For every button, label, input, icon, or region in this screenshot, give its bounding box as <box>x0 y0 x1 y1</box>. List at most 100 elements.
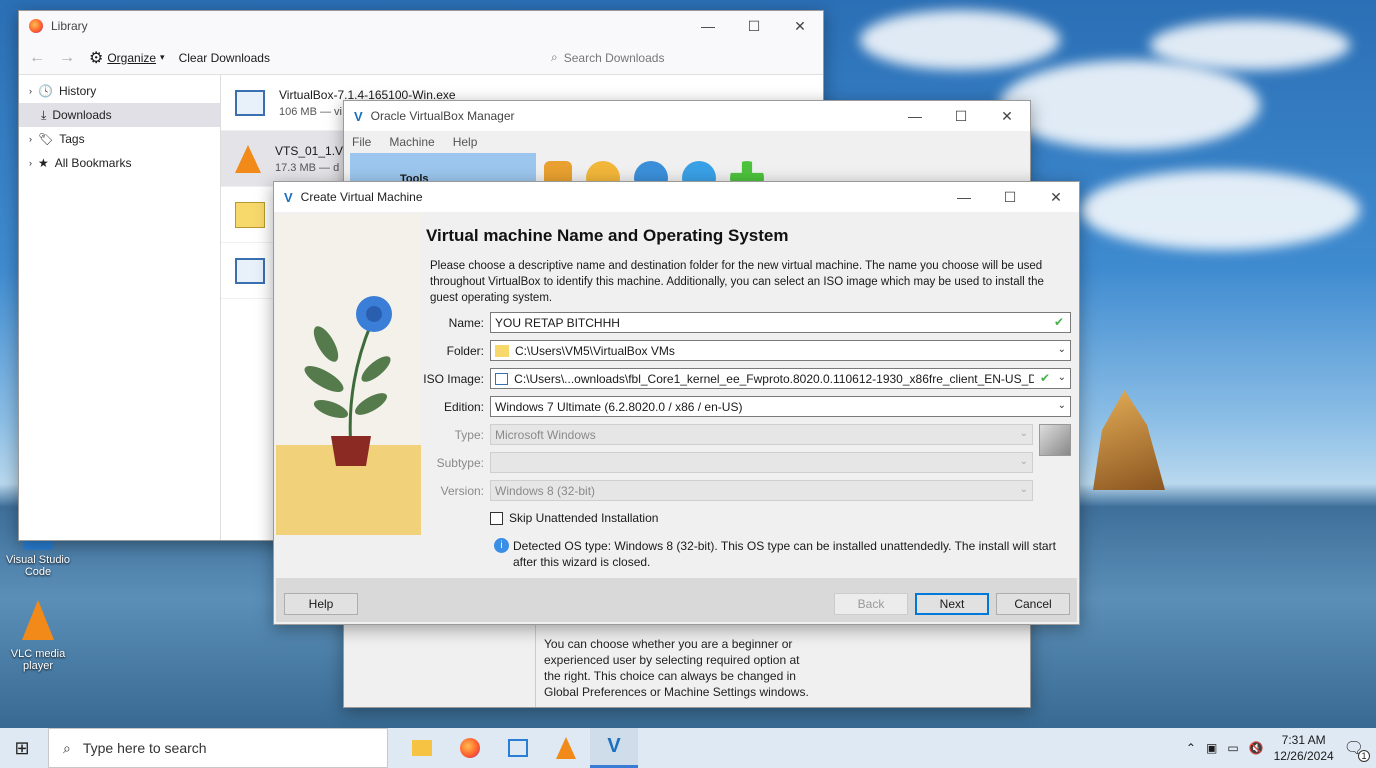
minimize-button[interactable]: — <box>892 101 938 131</box>
edition-value: Windows 7 Ultimate (6.2.8020.0 / x86 / e… <box>495 399 743 414</box>
name-label: Name: <box>448 316 484 330</box>
close-button[interactable]: ✕ <box>777 11 823 41</box>
clock-date: 12/26/2024 <box>1273 749 1334 763</box>
cancel-button[interactable]: Cancel <box>996 593 1070 615</box>
clock-time: 7:31 AM <box>1281 733 1326 747</box>
skip-unattended-checkbox[interactable] <box>490 511 503 525</box>
rock-formation <box>1093 390 1165 490</box>
cloud <box>1000 60 1260 150</box>
subtype-select[interactable]: ⌄ <box>490 452 1033 473</box>
download-icon: ⤓ <box>41 107 47 122</box>
clock-icon: 🕓 <box>38 84 53 98</box>
minimize-button[interactable]: — <box>941 182 987 212</box>
desktop-icon-label: Visual Studio Code <box>5 554 70 578</box>
taskbar-vscode[interactable] <box>494 728 542 768</box>
dialog-titlebar: V Create Virtual Machine — ☐ ✕ <box>274 182 1079 212</box>
maximize-button[interactable]: ☐ <box>987 182 1033 212</box>
taskbar-firefox[interactable] <box>446 728 494 768</box>
edition-select[interactable]: Windows 7 Ultimate (6.2.8020.0 / x86 / e… <box>490 396 1071 417</box>
folder-label: Folder: <box>446 344 484 358</box>
iso-image-select[interactable]: C:\Users\...ownloads\fbl_Core1_kernel_ee… <box>490 368 1071 389</box>
cloud <box>1080 170 1360 250</box>
tag-icon: 🏷 <box>38 132 54 146</box>
sidebar-item-label: Downloads <box>52 108 112 122</box>
valid-check-icon: ✔ <box>1053 315 1064 329</box>
taskbar-vlc[interactable] <box>542 728 590 768</box>
menu-file[interactable]: File <box>352 135 371 149</box>
tools-item[interactable]: Tools <box>350 153 536 185</box>
virtualbox-logo-icon: V <box>354 108 363 124</box>
maximize-button[interactable]: ☐ <box>938 101 984 131</box>
library-toolbar: ← → ⚙ Organize ▾ Clear Downloads ⌕ Search… <box>19 41 823 75</box>
taskbar-search-input[interactable]: ⌕ Type here to search <box>48 728 388 768</box>
create-vm-dialog: V Create Virtual Machine — ☐ ✕ Virtual m… <box>273 181 1080 625</box>
detected-info-text: Detected OS type: Windows 8 (32-bit). Th… <box>513 539 1056 569</box>
info-icon: i <box>494 538 509 553</box>
sidebar-item-label: All Bookmarks <box>54 156 132 170</box>
chevron-down-icon: ⌄ <box>1019 428 1028 439</box>
back-button[interactable]: Back <box>834 593 908 615</box>
maximize-button[interactable]: ☐ <box>731 11 777 41</box>
monitor-icon[interactable]: ▭ <box>1227 741 1238 755</box>
organize-menu[interactable]: ⚙ Organize ▾ <box>89 48 165 68</box>
notification-icon[interactable]: 🗨 1 <box>1344 738 1370 762</box>
type-label: Type: <box>454 428 484 442</box>
vbm-menubar: File Machine Help <box>344 131 1030 153</box>
help-button[interactable]: Help <box>284 593 358 615</box>
type-select[interactable]: Microsoft Windows ⌄ <box>490 424 1033 445</box>
iso-label: ISO Image: <box>423 372 484 386</box>
name-value: YOU RETAP BITCHHH <box>495 315 620 330</box>
organize-label: Organize <box>107 50 157 65</box>
menu-help[interactable]: Help <box>453 135 478 149</box>
iso-value: C:\Users\...ownloads\fbl_Core1_kernel_ee… <box>514 371 1034 386</box>
star-icon: ★ <box>38 156 49 170</box>
forward-arrow-icon[interactable]: → <box>59 49 75 67</box>
library-titlebar: Library — ☐ ✕ <box>19 11 823 41</box>
vlc-cone-icon <box>22 600 54 640</box>
taskbar-file-explorer[interactable] <box>398 728 446 768</box>
vbm-titlebar: V Oracle VirtualBox Manager — ☐ ✕ <box>344 101 1030 131</box>
sidebar-item-tags[interactable]: › 🏷 Tags <box>19 127 220 151</box>
os-type-icon <box>1039 424 1071 456</box>
menu-machine[interactable]: Machine <box>389 135 434 149</box>
cloud <box>860 10 1060 70</box>
chevron-down-icon: ⌄ <box>1019 484 1028 495</box>
disc-icon <box>495 372 509 385</box>
name-field[interactable]: YOU RETAP BITCHHH ✔ <box>490 312 1071 333</box>
valid-check-icon: ✔ <box>1039 371 1050 385</box>
type-value: Microsoft Windows <box>495 427 596 442</box>
sidebar-item-bookmarks[interactable]: › ★ All Bookmarks <box>19 151 220 175</box>
clock[interactable]: 7:31 AM 12/26/2024 <box>1274 732 1334 764</box>
sidebar-item-history[interactable]: › 🕓 History <box>19 79 220 103</box>
clear-downloads-button[interactable]: Clear Downloads <box>179 51 270 65</box>
close-button[interactable]: ✕ <box>984 101 1030 131</box>
folder-select[interactable]: C:\Users\VM5\VirtualBox VMs ⌄ <box>490 340 1071 361</box>
search-icon: ⌕ <box>551 50 558 64</box>
subtype-label: Subtype: <box>436 456 484 470</box>
close-button[interactable]: ✕ <box>1033 182 1079 212</box>
start-button[interactable]: ⊞ <box>0 728 44 768</box>
page-description: Please choose a descriptive name and des… <box>430 260 1044 304</box>
notification-badge: 1 <box>1358 750 1370 762</box>
dialog-body: Virtual machine Name and Operating Syste… <box>426 214 1069 306</box>
vscode-icon <box>508 739 528 757</box>
back-arrow-icon[interactable]: ← <box>29 49 45 67</box>
chevron-up-icon[interactable]: ⌃ <box>1186 741 1196 755</box>
desktop-icon-vlc[interactable]: VLC media player <box>3 600 73 672</box>
search-placeholder: Search Downloads <box>563 50 665 65</box>
taskbar-virtualbox[interactable]: V <box>590 728 638 768</box>
sidebar-item-label: Tags <box>59 132 85 146</box>
exe-file-icon <box>235 257 265 284</box>
download-name: VTS_01_1.VO <box>275 143 353 158</box>
network-icon[interactable]: ▣ <box>1206 741 1217 755</box>
sidebar-item-downloads[interactable]: ⤓ Downloads <box>19 103 220 127</box>
folder-icon <box>412 740 432 756</box>
minimize-button[interactable]: — <box>685 11 731 41</box>
folder-icon <box>495 344 509 357</box>
search-downloads-input[interactable]: ⌕ Search Downloads <box>543 46 813 70</box>
help-text: You can choose whether you are a beginne… <box>544 637 809 699</box>
unknown-file-icon <box>235 201 265 228</box>
version-select[interactable]: Windows 8 (32-bit) ⌄ <box>490 480 1033 501</box>
next-button[interactable]: Next <box>915 593 989 615</box>
volume-muted-icon[interactable]: 🔇 <box>1249 741 1264 755</box>
